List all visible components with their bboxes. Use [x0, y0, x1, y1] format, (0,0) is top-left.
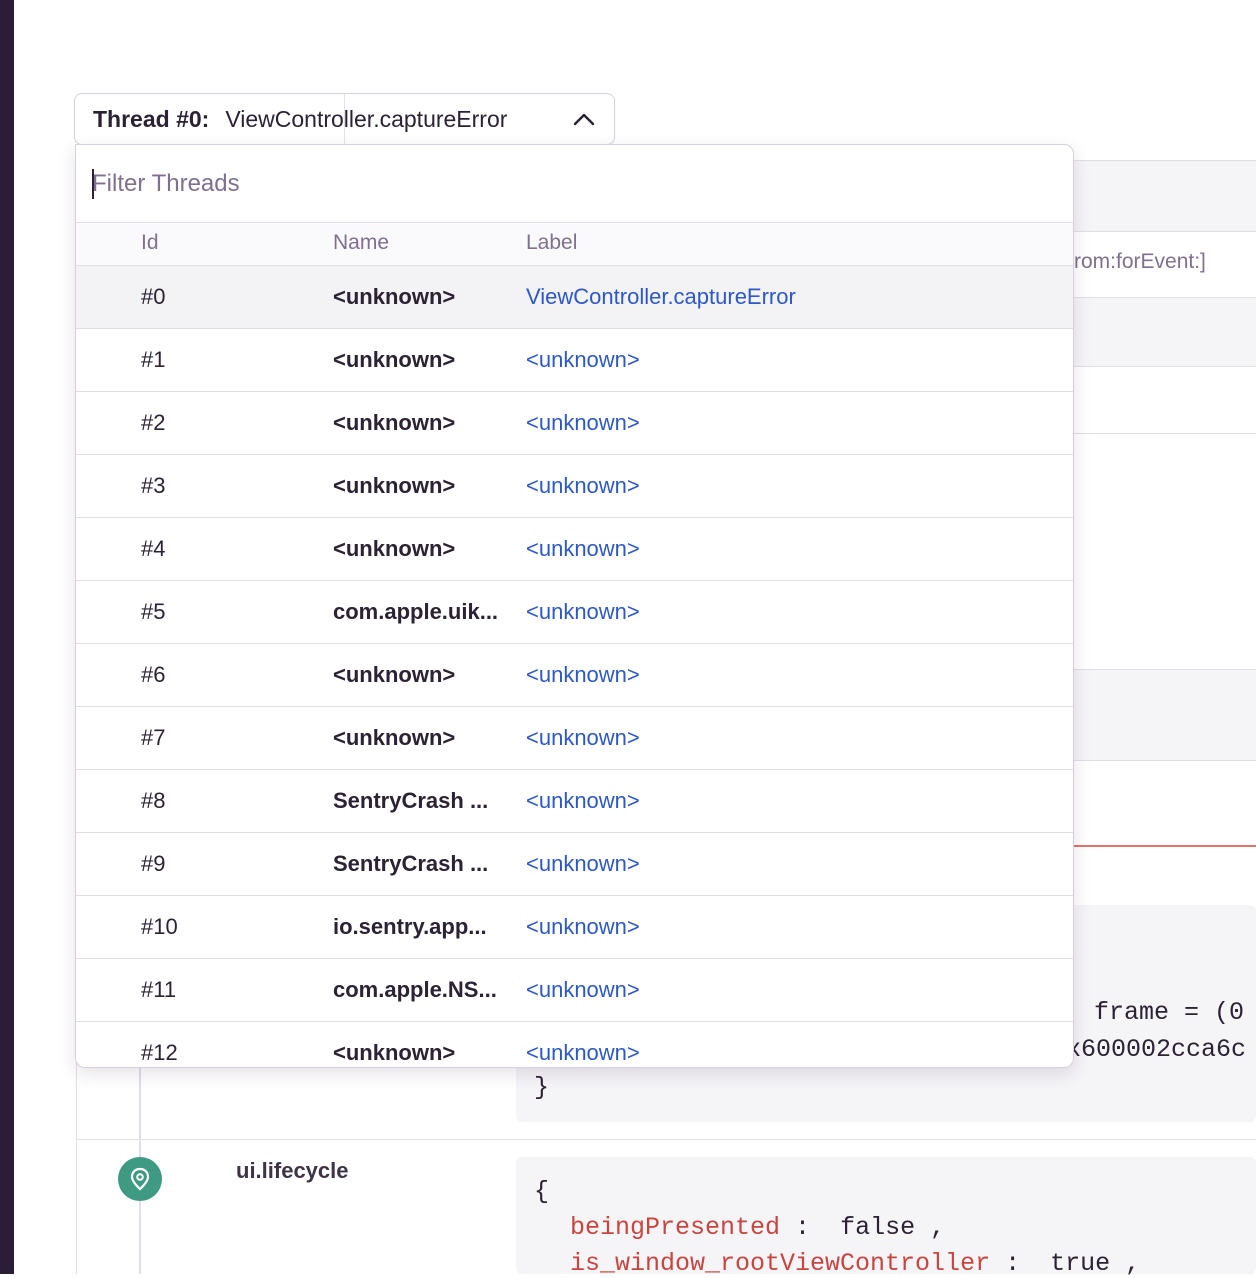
thread-name: <unknown>	[333, 536, 456, 561]
code-key: beingPresented	[570, 1213, 781, 1242]
thread-row[interactable]: #4 <unknown> <unknown>	[76, 518, 1073, 581]
divider	[344, 94, 345, 144]
table-header: Id Name Label	[76, 223, 1073, 266]
thread-id: #5	[141, 599, 166, 624]
code-line: x600002cca6c	[1066, 1035, 1247, 1064]
bg-gray-row	[1072, 298, 1256, 366]
thread-label: ViewController.captureError	[526, 284, 796, 309]
error-line	[1072, 845, 1256, 847]
thread-id: #8	[141, 788, 166, 813]
sidebar-rail	[0, 0, 14, 1274]
thread-name: com.apple.NS...	[333, 977, 497, 1002]
filter-threads-input[interactable]	[92, 165, 1052, 203]
divider	[76, 1139, 1256, 1140]
thread-row[interactable]: #2 <unknown> <unknown>	[76, 392, 1073, 455]
thread-row[interactable]: #11 com.apple.NS... <unknown>	[76, 959, 1073, 1022]
column-header-id: Id	[141, 231, 159, 254]
thread-id: #12	[141, 1040, 178, 1065]
thread-row[interactable]: #1 <unknown> <unknown>	[76, 329, 1073, 392]
thread-selector-button[interactable]: Thread #0: ViewController.captureError	[74, 93, 615, 145]
code-line: frame = (0	[1094, 998, 1245, 1027]
location-pin-icon	[118, 1157, 162, 1201]
thread-row[interactable]: #9 SentryCrash ... <unknown>	[76, 833, 1073, 896]
bg-divider	[1072, 366, 1256, 367]
code-line: }	[534, 1073, 550, 1102]
bg-gray-row	[1072, 670, 1256, 760]
thread-id: #7	[141, 725, 166, 750]
thread-label: <unknown>	[526, 977, 640, 1002]
thread-row[interactable]: #6 <unknown> <unknown>	[76, 644, 1073, 707]
thread-id: #3	[141, 473, 166, 498]
filter-area	[76, 145, 1073, 223]
thread-name: SentryCrash ...	[333, 788, 489, 813]
code-value: false	[840, 1213, 916, 1242]
background-header	[1072, 161, 1256, 231]
thread-name: io.sentry.app...	[333, 914, 487, 939]
thread-name: <unknown>	[333, 347, 456, 372]
thread-label: <unknown>	[526, 536, 640, 561]
thread-row[interactable]: #7 <unknown> <unknown>	[76, 707, 1073, 770]
thread-label: <unknown>	[526, 725, 640, 750]
thread-name: <unknown>	[333, 284, 456, 309]
thread-id: #4	[141, 536, 166, 561]
thread-id: #1	[141, 347, 166, 372]
thread-name: SentryCrash ...	[333, 851, 489, 876]
thread-name: <unknown>	[333, 410, 456, 435]
thread-dropdown: Id Name Label #0 <unknown> ViewControlle…	[75, 144, 1074, 1068]
thread-id: #11	[141, 977, 177, 1002]
thread-label: <unknown>	[526, 662, 640, 687]
thread-label: <unknown>	[526, 347, 640, 372]
thread-name: <unknown>	[333, 725, 456, 750]
frame-fragment: rom:forEvent:]	[1074, 250, 1206, 273]
column-header-label: Label	[526, 231, 578, 254]
thread-label: <unknown>	[526, 473, 640, 498]
thread-name: <unknown>	[333, 473, 456, 498]
thread-row[interactable]: #0 <unknown> ViewController.captureError	[76, 266, 1073, 329]
thread-selector-label: Thread #0:	[93, 105, 210, 132]
thread-name: com.apple.uik...	[333, 599, 499, 624]
thread-row[interactable]: #8 SentryCrash ... <unknown>	[76, 770, 1073, 833]
column-header-name: Name	[333, 231, 390, 254]
thread-label: <unknown>	[526, 851, 640, 876]
thread-id: #6	[141, 662, 166, 687]
bg-divider	[1072, 760, 1256, 761]
thread-label: <unknown>	[526, 410, 640, 435]
thread-id: #0	[141, 284, 166, 309]
thread-selector-value: ViewController.captureError	[225, 105, 508, 132]
bg-divider	[1072, 433, 1256, 434]
thread-id: #9	[141, 851, 166, 876]
thread-row[interactable]: #3 <unknown> <unknown>	[76, 455, 1073, 518]
text-caret	[92, 169, 94, 199]
thread-label: <unknown>	[526, 914, 640, 939]
bg-divider	[1072, 231, 1256, 232]
thread-name: <unknown>	[333, 662, 456, 687]
thread-row[interactable]: #5 com.apple.uik... <unknown>	[76, 581, 1073, 644]
breadcrumb-category: ui.lifecycle	[236, 1158, 349, 1183]
thread-label: <unknown>	[526, 599, 640, 624]
thread-id: #2	[141, 410, 166, 435]
thread-id: #10	[141, 914, 178, 939]
chevron-up-icon	[573, 113, 595, 126]
thread-row[interactable]: #12 <unknown> <unknown>	[76, 1022, 1073, 1067]
thread-label: <unknown>	[526, 1040, 640, 1065]
thread-row[interactable]: #10 io.sentry.app... <unknown>	[76, 896, 1073, 959]
thread-name: <unknown>	[333, 1040, 456, 1065]
thread-label: <unknown>	[526, 788, 640, 813]
code-line: {	[534, 1177, 550, 1206]
code-line: beingPresented : false ,	[570, 1213, 946, 1242]
